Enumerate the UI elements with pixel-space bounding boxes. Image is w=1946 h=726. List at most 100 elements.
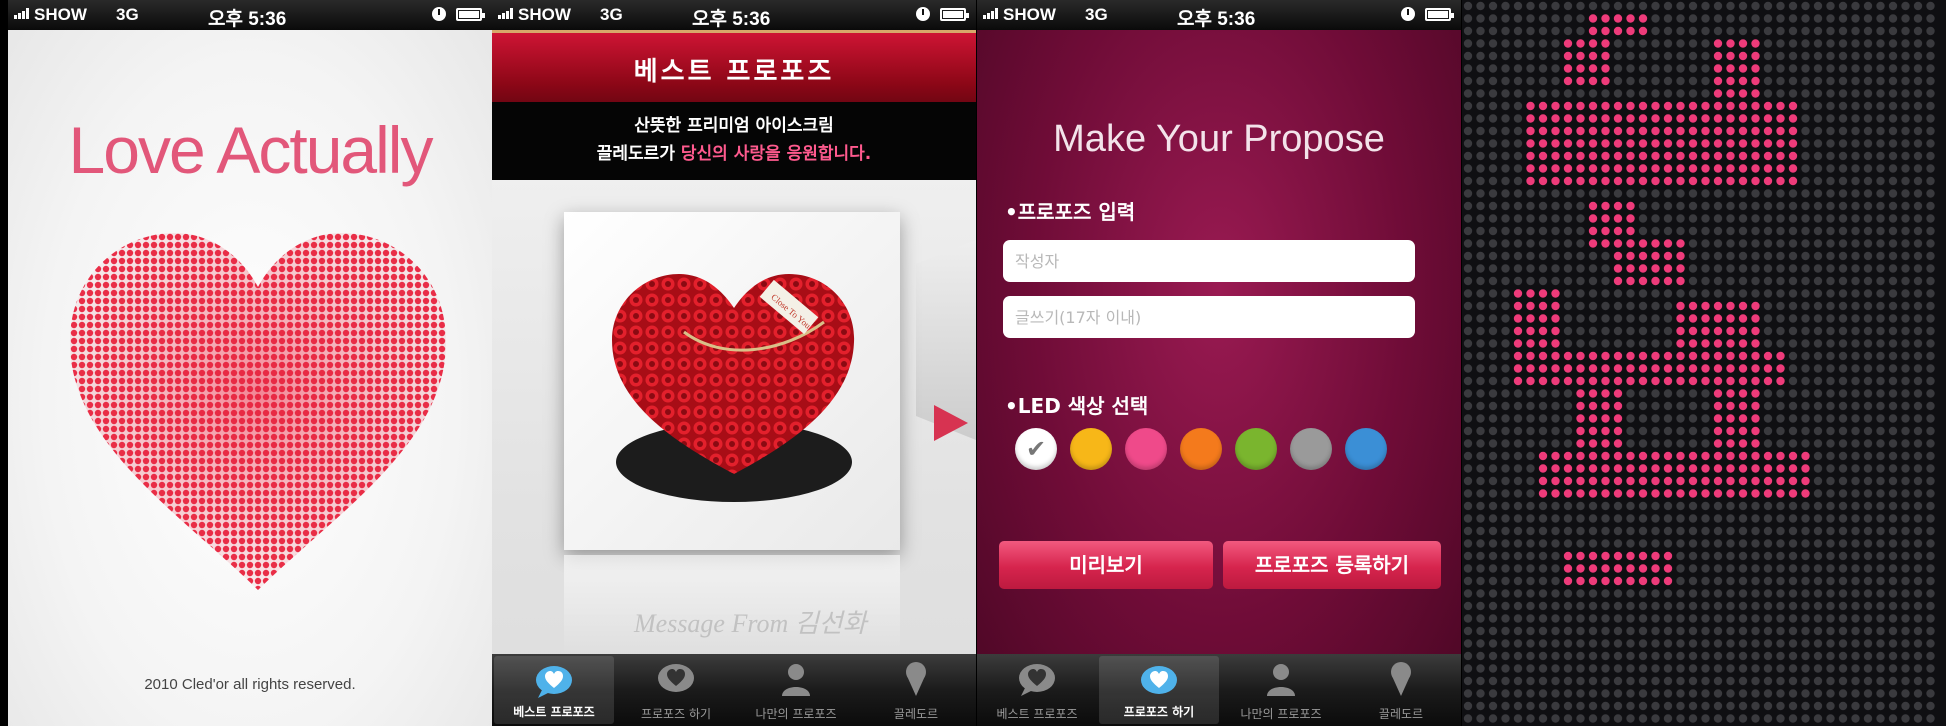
led-dot (1576, 639, 1585, 648)
led-dot (1651, 51, 1660, 61)
led-dot (1763, 289, 1773, 298)
tab-make-propose[interactable]: 프로포즈 하기 (1099, 656, 1219, 724)
led-dot (1713, 489, 1723, 498)
led-dot (1476, 626, 1485, 636)
led-dot (1688, 339, 1698, 348)
led-dot (1588, 401, 1598, 411)
led-dot (1551, 701, 1560, 711)
led-dot (1663, 189, 1673, 198)
led-dot (1676, 526, 1685, 536)
led-dot (1838, 639, 1848, 648)
led-dot (1488, 326, 1498, 336)
led-dot (1826, 189, 1835, 198)
color-swatch-yellow[interactable] (1070, 428, 1112, 470)
led-dot (1501, 101, 1510, 111)
led-dot (1788, 376, 1798, 386)
led-dot (1901, 539, 1910, 548)
led-dot (1613, 426, 1623, 436)
led-dot (1838, 414, 1848, 423)
led-dot (1913, 289, 1923, 298)
led-dot (1801, 151, 1810, 161)
led-dot (1751, 214, 1760, 223)
tab-best-propose[interactable]: 베스트 프로포즈 (977, 654, 1097, 726)
tab-my-propose[interactable]: 나만의 프로포즈 (736, 654, 856, 726)
led-dot (1501, 439, 1510, 448)
led-dot (1476, 276, 1485, 286)
led-dot (1601, 26, 1610, 36)
led-dot (1913, 714, 1923, 723)
led-dot (1751, 201, 1760, 211)
led-dot (1613, 589, 1623, 598)
led-dot (1601, 101, 1610, 111)
led-dot (1813, 651, 1823, 661)
register-propose-button[interactable]: 프로포즈 등록하기 (1223, 541, 1441, 589)
author-field[interactable] (1003, 240, 1415, 282)
led-dot (1588, 314, 1598, 323)
led-dot (1463, 614, 1473, 623)
led-dot (1563, 651, 1573, 661)
color-swatch-blue[interactable] (1345, 428, 1387, 470)
led-dot (1651, 239, 1660, 248)
led-dot (1488, 314, 1498, 323)
led-dot (1563, 689, 1573, 698)
led-dot (1863, 501, 1873, 511)
led-dot (1838, 526, 1848, 536)
led-dot (1538, 551, 1548, 561)
led-dot (1526, 476, 1535, 486)
led-dot (1776, 676, 1785, 686)
led-dot (1601, 14, 1610, 23)
speech-heart-icon (536, 666, 572, 698)
led-dot (1776, 251, 1785, 261)
led-dot (1513, 651, 1523, 661)
led-dot (1688, 651, 1698, 661)
led-dot (1713, 226, 1723, 236)
led-dot (1488, 501, 1498, 511)
led-dot (1626, 14, 1635, 23)
led-dot (1701, 514, 1710, 523)
color-swatch-orange[interactable] (1180, 428, 1222, 470)
led-dot (1538, 164, 1548, 173)
led-dot (1701, 576, 1710, 586)
led-dot (1626, 326, 1635, 336)
led-dot (1663, 439, 1673, 448)
led-dot (1851, 351, 1860, 361)
led-dot (1576, 539, 1585, 548)
message-field[interactable] (1003, 296, 1415, 338)
led-dot (1688, 539, 1698, 548)
tab-my-propose[interactable]: 나만의 프로포즈 (1221, 654, 1341, 726)
led-dot (1788, 414, 1798, 423)
led-dot (1676, 214, 1685, 223)
led-dot (1501, 651, 1510, 661)
led-dot (1913, 514, 1923, 523)
led-dot (1863, 701, 1873, 711)
color-swatch-pink[interactable] (1125, 428, 1167, 470)
led-dot (1538, 401, 1548, 411)
led-dot (1551, 376, 1560, 386)
led-dot (1876, 39, 1885, 48)
preview-button[interactable]: 미리보기 (999, 541, 1213, 589)
led-dot (1513, 226, 1523, 236)
led-dot (1926, 414, 1935, 423)
led-dot (1876, 201, 1885, 211)
color-swatch-gray[interactable] (1290, 428, 1332, 470)
led-dot (1751, 351, 1760, 361)
color-swatch-white[interactable] (1015, 428, 1057, 470)
propose-card[interactable]: Close To You (564, 212, 900, 550)
led-dot (1701, 276, 1710, 286)
led-dot (1476, 476, 1485, 486)
tab-cledor[interactable]: 끌레도르 (1341, 654, 1461, 726)
led-dot (1676, 239, 1685, 248)
tab-best-propose[interactable]: 베스트 프로포즈 (494, 656, 614, 724)
led-dot (1488, 264, 1498, 273)
color-swatch-green[interactable] (1235, 428, 1277, 470)
led-dot (1726, 639, 1735, 648)
led-dot (1476, 364, 1485, 373)
led-dot (1563, 326, 1573, 336)
led-dot (1538, 351, 1548, 361)
led-dot (1588, 626, 1598, 636)
tab-cledor[interactable]: 끌레도르 (856, 654, 976, 726)
led-dot (1813, 476, 1823, 486)
led-dot (1626, 526, 1635, 536)
tab-make-propose[interactable]: 프로포즈 하기 (616, 654, 736, 726)
led-dot (1751, 189, 1760, 198)
